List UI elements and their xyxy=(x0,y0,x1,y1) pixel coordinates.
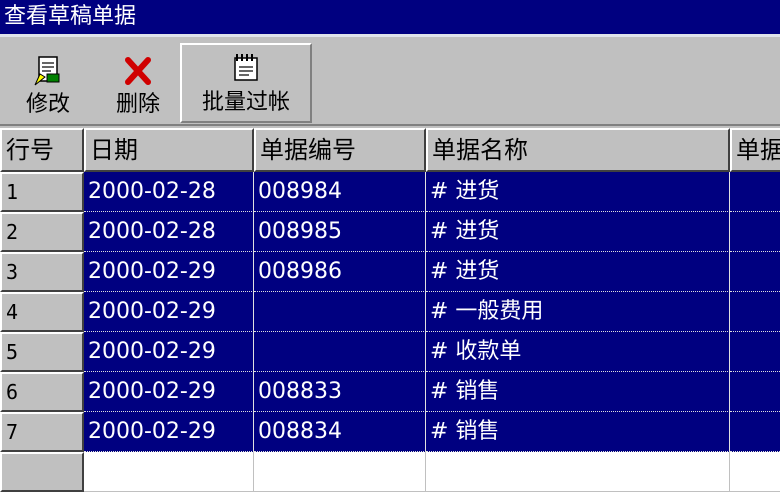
cell-document-name[interactable]: # 销售 xyxy=(426,372,730,412)
cell-document-name[interactable]: # 进货 xyxy=(426,212,730,252)
edit-button[interactable]: 修改 xyxy=(10,43,86,123)
column-header-row-number[interactable]: 行号 xyxy=(0,128,84,172)
column-header-document-extra[interactable]: 单据 xyxy=(730,128,780,172)
cell-date[interactable] xyxy=(84,452,254,492)
row-number[interactable]: 1 xyxy=(0,172,84,212)
column-header-document-number[interactable]: 单据编号 xyxy=(254,128,426,172)
cell-document-number[interactable] xyxy=(254,292,426,332)
cell-date[interactable]: 2000-02-29 xyxy=(84,332,254,372)
toolbar: 修改 删除 批量过帐 xyxy=(0,37,780,126)
row-number[interactable]: 7 xyxy=(0,412,84,452)
window-title-bar: 查看草稿单据 xyxy=(0,0,780,34)
cell-date[interactable]: 2000-02-28 xyxy=(84,212,254,252)
cell-date[interactable]: 2000-02-29 xyxy=(84,372,254,412)
cell-document-extra[interactable] xyxy=(730,292,780,332)
cell-document-number[interactable]: 008834 xyxy=(254,412,426,452)
cell-document-name[interactable]: # 收款单 xyxy=(426,332,730,372)
cell-document-name[interactable]: # 销售 xyxy=(426,412,730,452)
window-title: 查看草稿单据 xyxy=(4,4,137,29)
cell-document-number[interactable] xyxy=(254,332,426,372)
cell-document-extra[interactable] xyxy=(730,452,780,492)
cell-document-extra[interactable] xyxy=(730,172,780,212)
edit-button-label: 修改 xyxy=(25,92,70,117)
cell-date[interactable]: 2000-02-29 xyxy=(84,412,254,452)
cell-document-name[interactable] xyxy=(426,452,730,492)
batch-post-button-label: 批量过帐 xyxy=(201,90,290,115)
cell-document-extra[interactable] xyxy=(730,372,780,412)
row-number[interactable]: 5 xyxy=(0,332,84,372)
cell-document-extra[interactable] xyxy=(730,252,780,292)
cell-document-extra[interactable] xyxy=(730,212,780,252)
row-number[interactable]: 4 xyxy=(0,292,84,332)
row-number[interactable]: 2 xyxy=(0,212,84,252)
cell-document-name[interactable]: # 进货 xyxy=(426,252,730,292)
cell-document-number[interactable]: 008985 xyxy=(254,212,426,252)
row-number[interactable]: 3 xyxy=(0,252,84,292)
column-header-date[interactable]: 日期 xyxy=(84,128,254,172)
cell-date[interactable]: 2000-02-29 xyxy=(84,292,254,332)
row-number[interactable] xyxy=(0,452,84,492)
column-header-document-name[interactable]: 单据名称 xyxy=(426,128,730,172)
cell-document-name[interactable]: # 一般费用 xyxy=(426,292,730,332)
edit-document-icon xyxy=(30,53,66,89)
cell-date[interactable]: 2000-02-28 xyxy=(84,172,254,212)
delete-button[interactable]: 删除 xyxy=(100,43,176,123)
cell-document-number[interactable] xyxy=(254,452,426,492)
delete-button-label: 删除 xyxy=(115,92,160,117)
cell-document-extra[interactable] xyxy=(730,412,780,452)
cell-document-name[interactable]: # 进货 xyxy=(426,172,730,212)
cell-document-number[interactable]: 008984 xyxy=(254,172,426,212)
cell-document-number[interactable]: 008986 xyxy=(254,252,426,292)
cell-document-number[interactable]: 008833 xyxy=(254,372,426,412)
cell-date[interactable]: 2000-02-29 xyxy=(84,252,254,292)
draft-documents-grid: 行号 日期 单据编号 单据名称 单据 1 2000-02-28 008984 # 进货… xyxy=(0,128,780,500)
red-x-delete-icon xyxy=(120,53,156,89)
row-number[interactable]: 6 xyxy=(0,372,84,412)
cell-document-extra[interactable] xyxy=(730,332,780,372)
batch-post-notepad-icon xyxy=(228,51,264,87)
batch-post-button[interactable]: 批量过帐 xyxy=(180,43,312,123)
